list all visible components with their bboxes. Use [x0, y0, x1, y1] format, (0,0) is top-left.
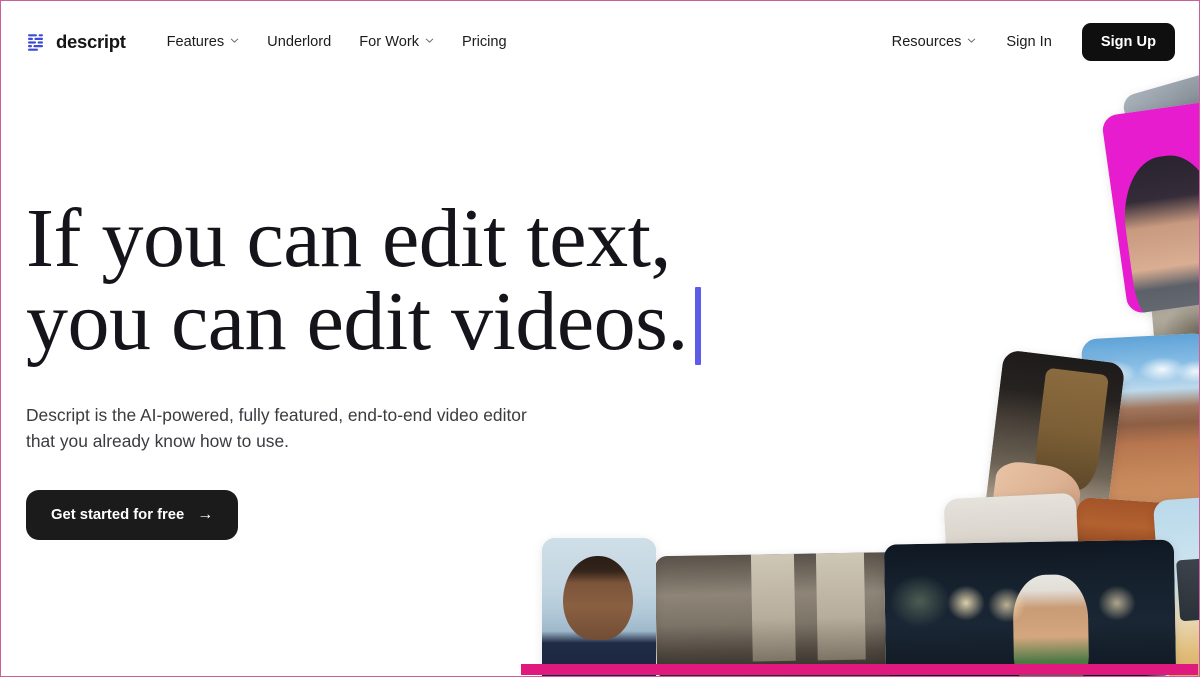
hero-section: If you can edit text, you can edit video… [26, 197, 786, 540]
card-room-image [655, 552, 909, 676]
chevron-down-icon [230, 36, 239, 45]
nav-item-underlord[interactable]: Underlord [253, 26, 345, 58]
collage-card-room[interactable] [655, 552, 909, 676]
collage-card-portrait[interactable] [542, 538, 656, 676]
page-headline: If you can edit text, you can edit video… [26, 197, 786, 365]
get-started-button[interactable]: Get started for free → [26, 490, 238, 540]
sign-up-button[interactable]: Sign Up [1082, 23, 1175, 61]
nav-item-for-work[interactable]: For Work [345, 26, 448, 58]
main-navigation: descript Features Underlord For Work Pri… [1, 1, 1199, 82]
nav-item-resources[interactable]: Resources [878, 26, 991, 58]
hero-subheadline-line-2: that you already know how to use. [26, 429, 566, 455]
brand-name-label: descript [56, 31, 126, 53]
text-caret-icon [695, 287, 701, 365]
nav-item-underlord-label: Underlord [267, 34, 331, 50]
page-frame: descript Features Underlord For Work Pri… [0, 0, 1200, 677]
headline-line-1: If you can edit text, [26, 197, 786, 280]
nav-item-sign-in[interactable]: Sign In [992, 26, 1065, 58]
headline-line-2: you can edit videos. [26, 275, 688, 368]
brand-logo-link[interactable]: descript [27, 31, 126, 53]
nav-secondary-links: Resources Sign In Sign Up [878, 23, 1175, 61]
nav-item-sign-in-label: Sign In [1006, 34, 1051, 50]
hero-subheadline: Descript is the AI-powered, fully featur… [26, 403, 566, 454]
nav-item-for-work-label: For Work [359, 34, 419, 50]
chevron-down-icon [425, 36, 434, 45]
chevron-down-icon [967, 36, 976, 45]
card-duo-image [1101, 95, 1199, 314]
arrow-right-icon: → [197, 507, 213, 523]
nav-primary-links: Features Underlord For Work Pricing [153, 26, 521, 58]
card-desk-image [884, 539, 1176, 676]
headline-line-2-wrapper: you can edit videos. [26, 280, 786, 365]
nav-item-features[interactable]: Features [153, 26, 254, 58]
nav-item-pricing[interactable]: Pricing [448, 26, 521, 58]
nav-item-resources-label: Resources [892, 34, 962, 50]
nav-item-features-label: Features [167, 34, 225, 50]
collage-card-desk[interactable] [884, 539, 1176, 676]
bottom-accent-ribbon [521, 664, 1198, 675]
collage-card-duo[interactable] [1101, 95, 1199, 314]
get-started-button-label: Get started for free [51, 507, 184, 523]
nav-item-pricing-label: Pricing [462, 34, 507, 50]
card-portrait-image [542, 538, 656, 676]
hero-subheadline-line-1: Descript is the AI-powered, fully featur… [26, 403, 566, 429]
descript-logo-icon [27, 32, 47, 52]
